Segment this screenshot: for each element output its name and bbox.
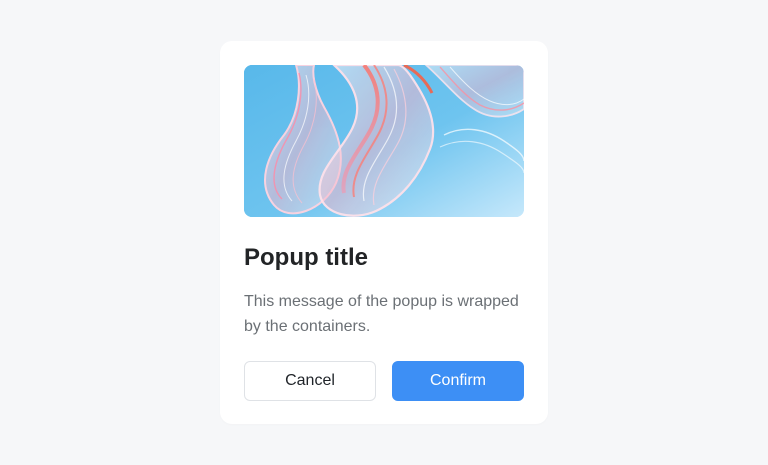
abstract-art-image	[244, 65, 524, 217]
popup-title: Popup title	[244, 244, 368, 271]
confirm-button[interactable]: Confirm	[392, 361, 524, 401]
popup-image	[244, 65, 524, 217]
popup-message: This message of the popup is wrapped by …	[244, 293, 519, 335]
cancel-button[interactable]: Cancel	[244, 361, 376, 401]
popup-dialog: Popup title This message of the popup is…	[220, 41, 548, 424]
